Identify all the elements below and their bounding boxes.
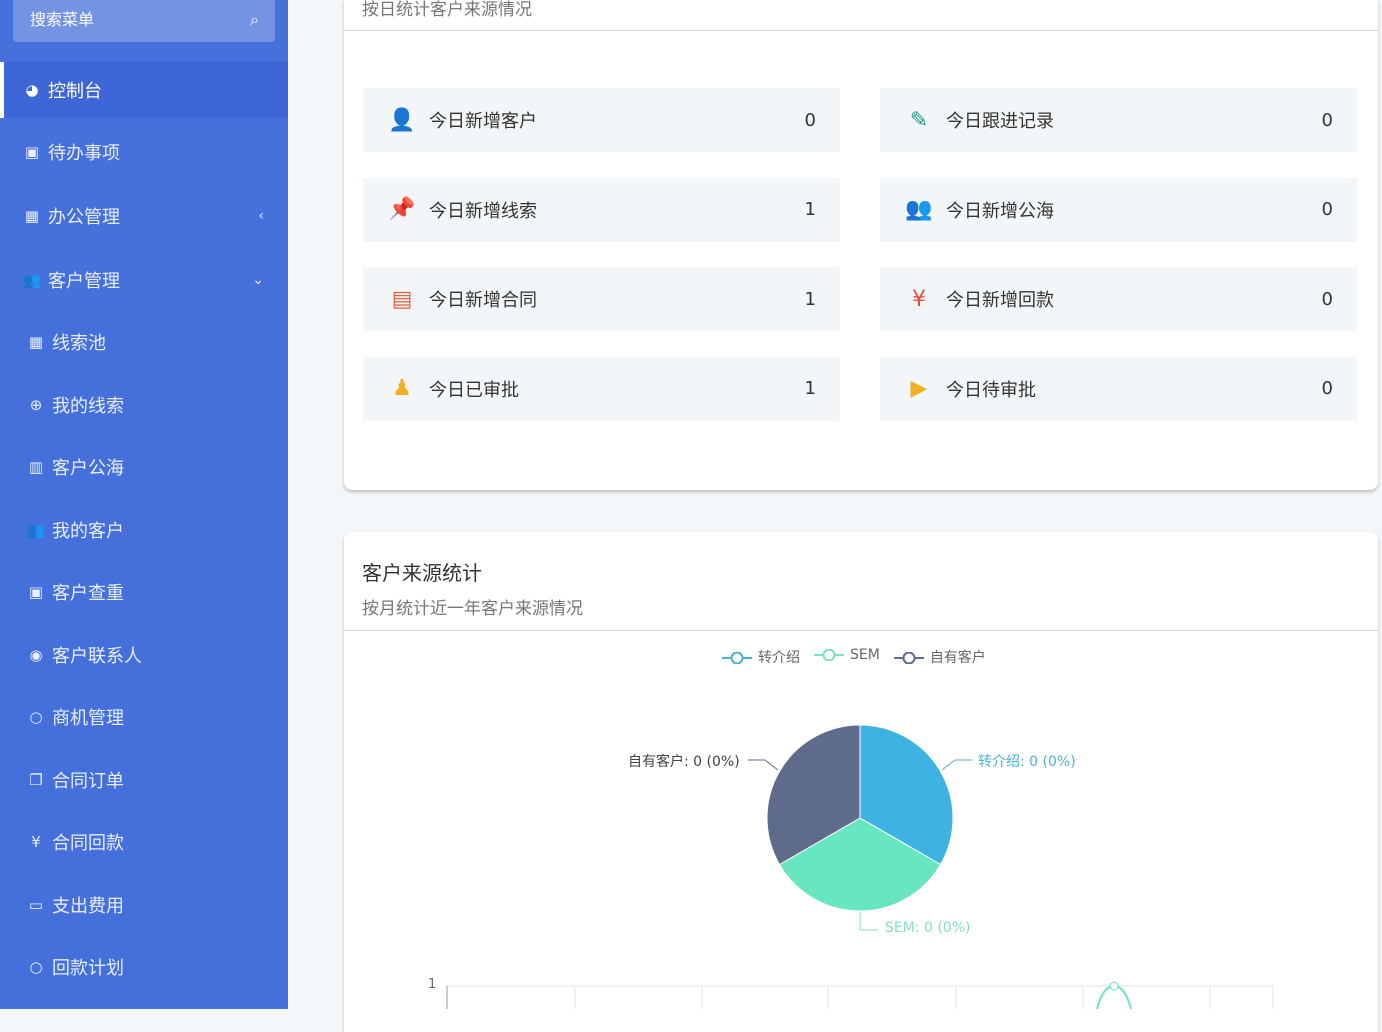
pie-label: 自有客户: 0 (0%) [628,754,740,770]
y-tick-label: 1 [428,977,437,992]
pie-label: SEM: 0 (0%) [885,920,971,936]
pie-chart [748,724,972,931]
label-line [748,759,779,771]
label-line [941,759,972,771]
pie-label: 转介绍: 0 (0%) [978,754,1076,770]
label-line [859,912,878,931]
